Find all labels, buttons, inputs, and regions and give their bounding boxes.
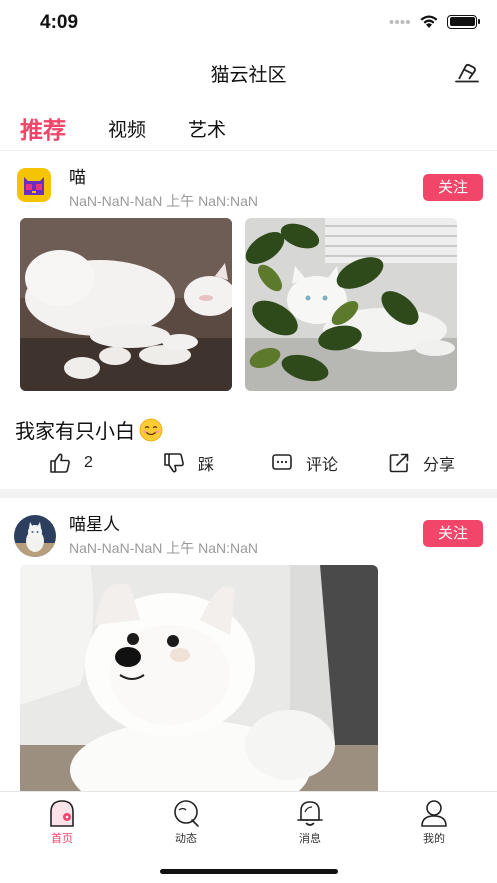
share-button[interactable]: 分享 <box>387 451 455 475</box>
post-caption-text: 我家有只小白 <box>15 421 135 443</box>
post-card: 喵星人 NaN-NaN-NaN 上午 NaN:NaN 关注 <box>0 498 497 791</box>
thumbs-down-icon <box>164 453 184 473</box>
tab-art[interactable]: 艺术 <box>188 115 226 142</box>
tab-moments[interactable]: 动态 <box>156 798 216 846</box>
chat-bubble-icon <box>174 800 199 827</box>
navigation-bar: 猫云社区 <box>0 50 497 94</box>
tab-messages-label: 消息 <box>299 833 321 845</box>
follow-button[interactable]: 关注 <box>423 520 483 547</box>
white-cat-plant-photo <box>245 218 457 391</box>
post-caption: 我家有只小白 <box>15 415 163 444</box>
white-cat-lying-photo <box>20 218 232 391</box>
follow-button[interactable]: 关注 <box>423 174 483 201</box>
post-separator <box>0 489 497 498</box>
avatar[interactable] <box>17 168 51 202</box>
post-photo[interactable] <box>20 218 232 391</box>
post-actions: 2 踩 评论 分享 <box>0 451 497 477</box>
tab-messages[interactable]: 消息 <box>280 798 340 846</box>
white-dog-photo <box>20 565 378 791</box>
thumbs-up-icon <box>50 453 70 473</box>
status-time: 4:09 <box>40 12 79 33</box>
post-username[interactable]: 喵星人 <box>69 510 120 535</box>
tab-profile-label: 我的 <box>423 833 445 845</box>
tab-recommended[interactable]: 推荐 <box>20 111 66 145</box>
smile-emoji-icon <box>139 418 163 441</box>
home-indicator <box>160 869 338 874</box>
comment-icon <box>272 454 292 470</box>
like-button[interactable]: 2 <box>48 451 93 475</box>
status-icons <box>389 14 480 29</box>
comment-label: 评论 <box>306 457 339 474</box>
comment-button[interactable]: 评论 <box>270 451 338 475</box>
post-card: 喵 NaN-NaN-NaN 上午 NaN:NaN 关注 我家有只小白 2 踩 评… <box>0 151 497 489</box>
cat-logo-avatar <box>17 168 51 202</box>
bell-icon <box>297 801 323 826</box>
tab-profile[interactable]: 我的 <box>404 798 464 846</box>
dislike-button[interactable]: 踩 <box>162 451 214 475</box>
avatar[interactable] <box>14 515 56 557</box>
post-feed[interactable]: 喵 NaN-NaN-NaN 上午 NaN:NaN 关注 我家有只小白 2 踩 评… <box>0 151 497 791</box>
page-title: 猫云社区 <box>210 65 287 86</box>
share-label: 分享 <box>423 457 456 474</box>
edit-icon[interactable] <box>453 58 481 86</box>
post-timestamp: NaN-NaN-NaN 上午 NaN:NaN <box>69 540 259 556</box>
post-timestamp: NaN-NaN-NaN 上午 NaN:NaN <box>69 193 259 209</box>
post-photo[interactable] <box>245 218 457 391</box>
tab-home-label: 首页 <box>51 833 73 845</box>
tab-moments-label: 动态 <box>175 833 197 845</box>
post-photo[interactable] <box>20 565 378 791</box>
cat-photo-avatar <box>14 515 56 557</box>
share-icon <box>389 453 409 473</box>
battery-icon <box>447 14 480 29</box>
status-bar: 4:09 <box>0 0 497 50</box>
wifi-icon <box>420 15 438 28</box>
tab-home[interactable]: 首页 <box>32 798 92 846</box>
home-icon <box>50 800 74 827</box>
user-icon <box>421 800 447 827</box>
post-username[interactable]: 喵 <box>69 163 86 188</box>
category-tabs: 推荐 视频 艺术 <box>0 108 497 148</box>
dislike-label: 踩 <box>198 457 215 474</box>
like-count: 2 <box>84 454 93 471</box>
signal-icon <box>389 19 410 24</box>
tab-video[interactable]: 视频 <box>108 115 146 142</box>
